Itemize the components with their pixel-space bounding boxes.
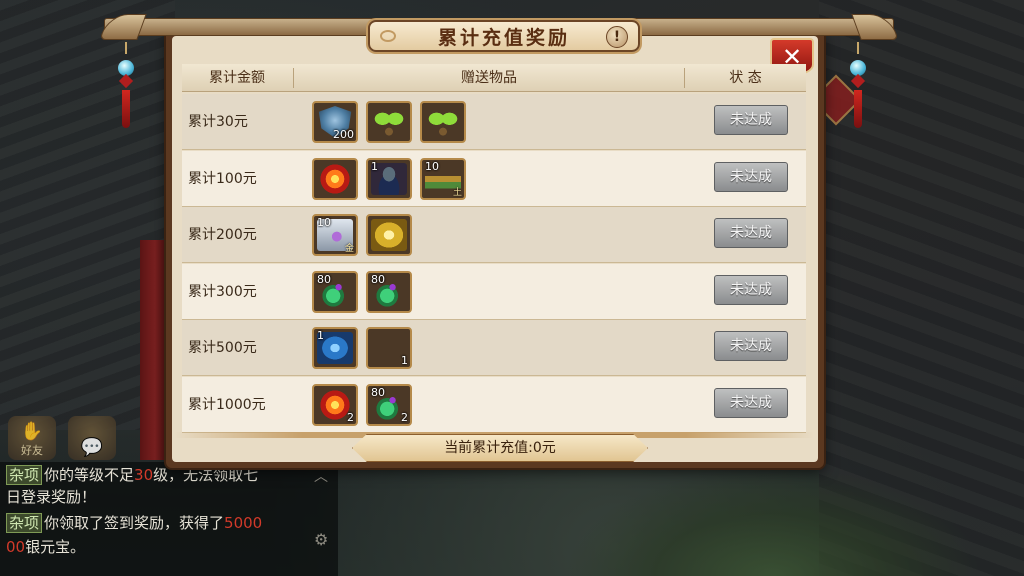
header-status: 状 态	[729, 70, 762, 86]
reward-items: 1 10 土	[312, 157, 466, 200]
flower-icon	[317, 162, 353, 195]
claim-status-button[interactable]: 未达成	[714, 105, 788, 135]
chat-line: 日登录奖励！	[6, 486, 306, 508]
table-row: 累计200元 10 金 未达成	[182, 207, 806, 263]
item-count: 200	[333, 128, 354, 141]
reward-item-slot[interactable]	[366, 214, 412, 256]
reward-items: 200	[312, 101, 466, 143]
reward-items: 10 金	[312, 214, 412, 256]
reward-item-slot[interactable]	[312, 157, 358, 200]
header-amount: 累计金额	[209, 70, 265, 86]
item-count: 80	[371, 385, 385, 399]
reward-table-header: 累计金额 赠送物品 状 态	[182, 64, 806, 92]
reward-item-slot[interactable]: 1	[366, 157, 412, 200]
reward-tier-label: 累计1000元	[188, 396, 266, 413]
chat-text: 你领取了签到奖励，获得了	[44, 514, 225, 532]
claim-status-button[interactable]: 未达成	[714, 274, 788, 305]
reward-items: 11	[312, 327, 412, 369]
item-count: 2	[401, 410, 408, 424]
chat-shortcuts: ✋ 好友 💬	[8, 416, 116, 460]
friends-button[interactable]: ✋ 好友	[8, 416, 56, 460]
reward-tier-label: 累计100元	[188, 170, 257, 187]
reward-item-slot[interactable]: 80 2	[366, 383, 412, 426]
chat-line: 00银元宝。	[6, 536, 306, 558]
reward-tier-label: 累计30元	[188, 114, 248, 130]
chat-line: 杂项 你领取了签到奖励，获得了5000	[6, 512, 306, 534]
chat-highlight: 5000	[224, 514, 263, 532]
reward-tier-label: 累计500元	[188, 340, 257, 356]
chat-text: 日登录奖励！	[6, 488, 97, 506]
reward-item-slot[interactable]: 10 土	[420, 157, 466, 200]
reward-item-slot[interactable]: 80	[312, 270, 358, 313]
reward-tier-label: 累计200元	[188, 227, 257, 243]
sprout-icon	[371, 106, 407, 138]
table-row: 累计300元 80 80 未达成	[182, 263, 806, 320]
speech-bubble-icon: 💬	[80, 437, 104, 458]
background-foliage	[564, 466, 984, 576]
handshake-icon: ✋	[20, 421, 44, 442]
chat-bubble-button[interactable]: 💬	[68, 416, 116, 460]
item-count: 1	[317, 329, 324, 342]
item-grade-mark: 金	[344, 244, 354, 254]
claim-status-button[interactable]: 未达成	[714, 331, 788, 361]
tassel-right-icon	[848, 42, 868, 140]
friends-label: 好友	[21, 444, 43, 457]
dialog-title: 累计充值奖励	[437, 26, 570, 49]
chat-text: 银元宝。	[25, 538, 86, 556]
item-grade-mark: 土	[452, 187, 462, 198]
reward-item-slot[interactable]: 10 金	[312, 214, 358, 256]
table-row: 累计500元 1 1 未达成	[182, 320, 806, 376]
reward-item-slot[interactable]: 1	[312, 327, 358, 369]
help-button[interactable]: !	[606, 26, 628, 48]
item-count: 1	[401, 354, 408, 367]
claim-status-button[interactable]: 未达成	[714, 218, 788, 248]
table-row: 累计1000元 2 80 2 未达成	[182, 376, 806, 433]
reward-item-slot[interactable]	[366, 101, 412, 143]
reward-item-slot[interactable]: 2	[312, 383, 358, 426]
header-items: 赠送物品	[461, 70, 517, 86]
tassel-left-icon	[116, 42, 136, 140]
reward-items: 80 80	[312, 270, 412, 313]
reward-item-slot[interactable]	[420, 101, 466, 143]
chat-highlight: 30	[134, 466, 154, 484]
golden-armor-icon	[371, 219, 407, 251]
reward-item-slot[interactable]: 200	[312, 101, 358, 143]
chat-highlight: 00	[6, 538, 26, 556]
table-row: 累计30元 200 未达成	[182, 94, 806, 150]
cloud-ornament-icon	[380, 30, 396, 42]
chat-expand-icon[interactable]: ︿	[314, 466, 328, 486]
chat-text: 你的等级不足	[44, 466, 135, 484]
reward-tier-label: 累计300元	[188, 283, 257, 300]
reward-item-slot[interactable]: 80	[366, 270, 412, 313]
chat-text: 级，无法领取七	[153, 466, 259, 484]
item-count: 2	[347, 410, 354, 424]
reward-item-slot[interactable]: 1	[366, 327, 412, 369]
claim-status-button[interactable]: 未达成	[714, 387, 788, 418]
item-count: 80	[371, 272, 385, 286]
reward-items: 2 80 2	[312, 383, 412, 426]
sprout-icon	[425, 106, 461, 138]
table-row: 累计100元 1 10 土 未达成	[182, 150, 806, 207]
item-count: 1	[371, 159, 378, 173]
item-count: 10	[425, 159, 439, 173]
chat-tag: 杂项	[6, 513, 43, 533]
chat-settings-icon[interactable]: ⚙	[314, 530, 328, 549]
claim-status-button[interactable]: 未达成	[714, 161, 788, 192]
item-count: 10	[317, 216, 331, 229]
title-plaque: 累计充值奖励 !	[368, 20, 640, 52]
chat-tag: 杂项	[6, 465, 43, 485]
total-recharge-display: 当前累计充值:0元	[352, 434, 648, 462]
item-count: 80	[317, 272, 331, 286]
